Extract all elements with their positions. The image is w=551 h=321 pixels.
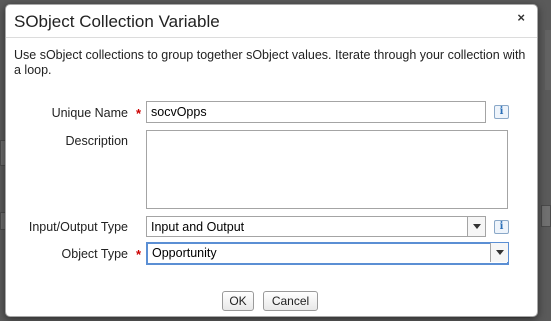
dialog-header: SObject Collection Variable × [6, 5, 537, 38]
io-type-label: Input/Output Type [28, 220, 128, 234]
description-textarea[interactable] [146, 130, 508, 209]
sobject-collection-variable-dialog: SObject Collection Variable × Use sObjec… [5, 4, 538, 317]
object-type-value: Opportunity [152, 246, 217, 260]
unique-name-label: Unique Name [51, 106, 128, 120]
chevron-down-icon[interactable] [467, 217, 485, 236]
object-type-label: Object Type [61, 247, 128, 261]
description-label: Description [65, 134, 128, 148]
io-type-info-icon[interactable]: i [494, 220, 509, 234]
dialog-description: Use sObject collections to group togethe… [14, 48, 526, 77]
required-indicator: * [136, 106, 142, 121]
io-type-select[interactable]: Input and Output [146, 216, 486, 237]
background-page-fragment [541, 205, 551, 227]
unique-name-input[interactable] [146, 101, 486, 123]
io-type-value: Input and Output [151, 220, 245, 234]
required-indicator: * [136, 247, 142, 262]
ok-button[interactable]: OK [222, 291, 254, 311]
close-icon[interactable]: × [517, 10, 525, 26]
unique-name-info-icon[interactable]: i [494, 105, 509, 119]
object-type-select[interactable]: Opportunity [146, 242, 509, 265]
chevron-down-icon[interactable] [490, 243, 508, 262]
background-page-fragment [545, 30, 551, 90]
dialog-title: SObject Collection Variable [14, 12, 220, 31]
cancel-button[interactable]: Cancel [263, 291, 318, 311]
